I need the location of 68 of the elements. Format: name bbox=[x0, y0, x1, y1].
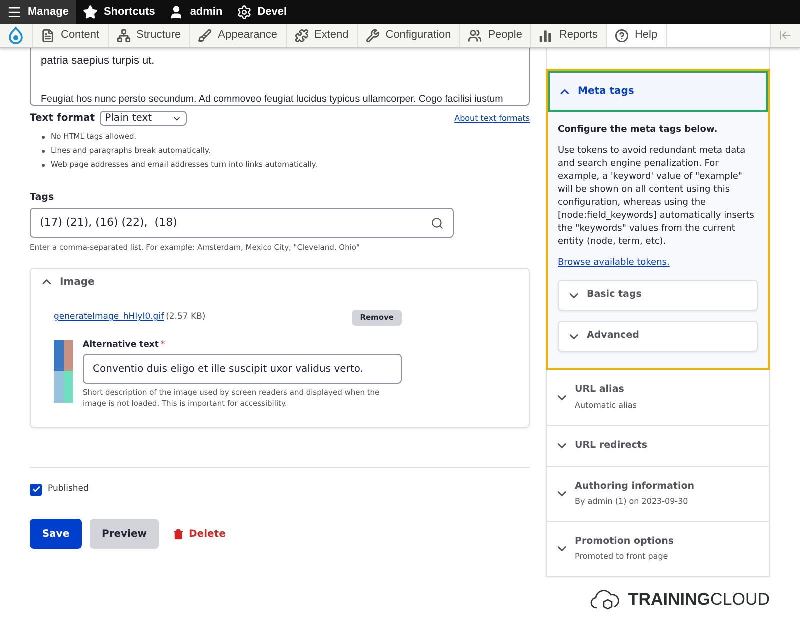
browse-tokens-link[interactable]: Browse available tokens. bbox=[558, 256, 758, 270]
preview-button[interactable]: Preview bbox=[90, 519, 159, 549]
people-icon bbox=[468, 28, 482, 42]
document-icon bbox=[41, 28, 55, 42]
sidebar-section[interactable]: URL redirects bbox=[547, 425, 769, 466]
toolbar-tab[interactable]: admin bbox=[162, 0, 230, 24]
search-icon bbox=[431, 216, 444, 230]
sidebar-section[interactable]: Authoring information By admin (1) on 2023-09-30 bbox=[547, 466, 769, 521]
admin-menu-item[interactable]: Extend bbox=[286, 24, 358, 47]
image-summary[interactable]: Image bbox=[31, 268, 104, 296]
section-title: URL alias bbox=[575, 383, 626, 398]
file-link[interactable]: generateImage_hHIyI0.gif bbox=[54, 311, 164, 324]
alt-text-field[interactable]: Conventio duis eligo et ille suscipit uxor validus verto. bbox=[83, 354, 402, 384]
text-format-select[interactable]: Plain text bbox=[100, 111, 188, 126]
sidebar-section[interactable]: URL alias Automatic alias bbox=[547, 370, 769, 425]
check-icon bbox=[32, 485, 40, 494]
wrench-icon bbox=[366, 28, 380, 42]
section-summary: By admin (1) on 2023-09-30 bbox=[575, 496, 690, 508]
toolbar-tab[interactable]: Manage bbox=[0, 0, 76, 24]
admin-menu-item[interactable]: Help bbox=[606, 24, 667, 47]
puzzle-icon bbox=[294, 28, 308, 42]
meta-tags-group[interactable]: Advanced bbox=[558, 321, 758, 352]
admin-menu-item[interactable]: Appearance bbox=[190, 24, 286, 47]
section-title: Authoring information bbox=[575, 480, 695, 494]
help-icon bbox=[614, 28, 629, 42]
meta-tags-summary[interactable]: Meta tags bbox=[548, 71, 768, 112]
tags-label: Tags bbox=[30, 191, 56, 205]
toolbar-tab[interactable]: Shortcuts bbox=[76, 0, 162, 24]
delete-button[interactable]: Delete bbox=[173, 526, 226, 542]
image-thumbnail bbox=[54, 340, 73, 402]
published-label: Published bbox=[48, 483, 89, 496]
bar-chart-icon bbox=[539, 28, 554, 42]
collapse-icon bbox=[779, 29, 792, 42]
hierarchy-icon bbox=[116, 28, 131, 42]
meta-tags-group[interactable]: Basic tags bbox=[558, 280, 758, 311]
required-mark: * bbox=[160, 338, 166, 352]
settings-icon bbox=[236, 4, 252, 20]
admin-menu-item[interactable]: People bbox=[460, 24, 532, 47]
trash-icon bbox=[173, 528, 184, 540]
drop-logo-icon[interactable] bbox=[9, 27, 23, 44]
file-size: (2.57 KB) bbox=[166, 311, 206, 324]
body-text: Feugiat hos nunc persto secundum. Ad commoveo feugiat lucidus typicus ullamcorper. Cogo facilisi iustum bbox=[41, 93, 504, 105]
sidebar-section[interactable]: Promotion options Promoted to front page bbox=[547, 521, 769, 576]
section-title: URL redirects bbox=[575, 438, 648, 453]
tags-field[interactable]: (17) (21), (16) (22), (18) bbox=[30, 208, 454, 238]
brand-wordmark: TRAININGCLOUD bbox=[628, 589, 770, 611]
admin-menu-item[interactable]: Structure bbox=[108, 24, 190, 47]
user-icon bbox=[169, 4, 184, 20]
cloud-logo-icon bbox=[590, 588, 620, 612]
body-textarea[interactable]: patria saepius turpis ut. Feugiat hos nunc persto secundum. Ad commoveo feugiat lucidus typicus ullamcorper. Cogo facilisi iustum bbox=[30, 48, 530, 106]
section-title: Promotion options bbox=[575, 534, 674, 549]
admin-menu-item[interactable]: Content bbox=[33, 24, 109, 47]
body-text: patria saepius turpis ut. bbox=[41, 54, 156, 69]
tags-value: (17) (21), (16) (22), (18) bbox=[40, 215, 178, 231]
star-icon bbox=[82, 4, 98, 20]
alt-text-label: Alternative text bbox=[83, 338, 159, 352]
section-summary: Automatic alias bbox=[575, 400, 637, 412]
menu-icon bbox=[7, 4, 22, 20]
text-format-label: Text format bbox=[30, 112, 96, 126]
about-text-formats-link[interactable]: About text formats bbox=[454, 112, 530, 124]
save-button[interactable]: Save bbox=[30, 519, 82, 549]
toolbar-tab[interactable]: Devel bbox=[230, 0, 294, 24]
admin-menu-item[interactable]: Configuration bbox=[358, 24, 460, 47]
meta-tags-description: Use tokens to avoid redundant meta data and search engine penalization. For example, a 'keyword' value of "example" will be shown on all content using this configuration, whereas using the [node:field_keywords] automatically inserts the "keywords" values from the current entity (node, term, etc). bbox=[558, 144, 756, 248]
meta-tags-heading: Configure the meta tags below. bbox=[558, 124, 719, 137]
section-summary: Promoted to front page bbox=[575, 551, 670, 564]
published-checkbox[interactable] bbox=[30, 484, 42, 496]
brush-icon bbox=[198, 28, 212, 42]
